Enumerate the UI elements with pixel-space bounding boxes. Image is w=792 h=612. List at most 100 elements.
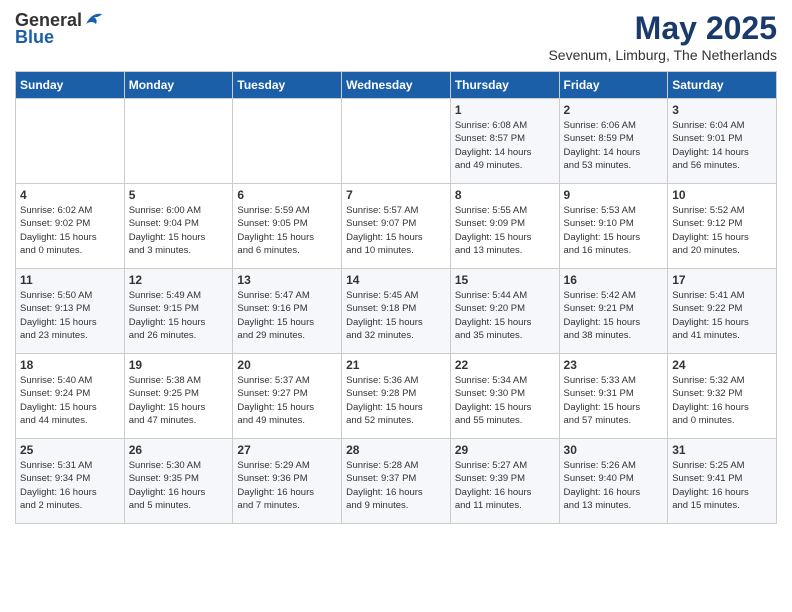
day-info: Sunrise: 5:27 AMSunset: 9:39 PMDaylight:…	[455, 459, 555, 512]
day-number: 6	[237, 188, 337, 202]
calendar-cell	[342, 99, 451, 184]
calendar-cell: 2 Sunrise: 6:06 AMSunset: 8:59 PMDaylight…	[559, 99, 668, 184]
day-number: 18	[20, 358, 120, 372]
header-saturday: Saturday	[668, 72, 777, 99]
title-section: May 2025 Sevenum, Limburg, The Netherlan…	[548, 10, 777, 63]
calendar-table: SundayMondayTuesdayWednesdayThursdayFrid…	[15, 71, 777, 524]
day-number: 3	[672, 103, 772, 117]
calendar-cell	[16, 99, 125, 184]
header-wednesday: Wednesday	[342, 72, 451, 99]
calendar-cell: 3 Sunrise: 6:04 AMSunset: 9:01 PMDaylight…	[668, 99, 777, 184]
page-header: General Blue May 2025 Sevenum, Limburg, …	[15, 10, 777, 63]
calendar-cell: 18 Sunrise: 5:40 AMSunset: 9:24 PMDayligh…	[16, 354, 125, 439]
day-info: Sunrise: 5:47 AMSunset: 9:16 PMDaylight:…	[237, 289, 337, 342]
day-number: 24	[672, 358, 772, 372]
calendar-cell: 16Sunrise: 5:42 AMSunset: 9:21 PMDayligh…	[559, 269, 668, 354]
day-number: 11	[20, 273, 120, 287]
day-info: Sunrise: 5:36 AMSunset: 9:28 PMDaylight:…	[346, 374, 446, 427]
day-number: 20	[237, 358, 337, 372]
calendar-cell: 24Sunrise: 5:32 AMSunset: 9:32 PMDayligh…	[668, 354, 777, 439]
day-number: 17	[672, 273, 772, 287]
day-info: Sunrise: 5:59 AMSunset: 9:05 PMDaylight:…	[237, 204, 337, 257]
calendar-cell: 7Sunrise: 5:57 AMSunset: 9:07 PMDaylight…	[342, 184, 451, 269]
header-sunday: Sunday	[16, 72, 125, 99]
header-friday: Friday	[559, 72, 668, 99]
day-info: Sunrise: 5:28 AMSunset: 9:37 PMDaylight:…	[346, 459, 446, 512]
day-number: 19	[129, 358, 229, 372]
calendar-cell: 26 Sunrise: 5:30 AMSunset: 9:35 PMDayligh…	[124, 439, 233, 524]
day-number: 25	[20, 443, 120, 457]
day-number: 13	[237, 273, 337, 287]
day-number: 26	[129, 443, 229, 457]
calendar-cell: 11 Sunrise: 5:50 AMSunset: 9:13 PMDayligh…	[16, 269, 125, 354]
logo-blue-text: Blue	[15, 27, 54, 48]
logo-bird-icon	[84, 10, 106, 28]
calendar-cell: 4 Sunrise: 6:02 AMSunset: 9:02 PMDaylight…	[16, 184, 125, 269]
header-monday: Monday	[124, 72, 233, 99]
calendar-cell: 6 Sunrise: 5:59 AMSunset: 9:05 PMDaylight…	[233, 184, 342, 269]
calendar-cell: 10 Sunrise: 5:52 AMSunset: 9:12 PMDayligh…	[668, 184, 777, 269]
calendar-cell: 12 Sunrise: 5:49 AMSunset: 9:15 PMDayligh…	[124, 269, 233, 354]
day-number: 21	[346, 358, 446, 372]
day-number: 10	[672, 188, 772, 202]
day-info: Sunrise: 5:41 AMSunset: 9:22 PMDaylight:…	[672, 289, 772, 342]
day-number: 28	[346, 443, 446, 457]
week-row-3: 11 Sunrise: 5:50 AMSunset: 9:13 PMDayligh…	[16, 269, 777, 354]
calendar-cell: 8 Sunrise: 5:55 AMSunset: 9:09 PMDaylight…	[450, 184, 559, 269]
day-info: Sunrise: 5:57 AMSunset: 9:07 PMDaylight:…	[346, 204, 446, 257]
day-info: Sunrise: 5:31 AMSunset: 9:34 PMDaylight:…	[20, 459, 120, 512]
calendar-header-row: SundayMondayTuesdayWednesdayThursdayFrid…	[16, 72, 777, 99]
day-info: Sunrise: 5:33 AMSunset: 9:31 PMDaylight:…	[564, 374, 664, 427]
calendar-cell: 29 Sunrise: 5:27 AMSunset: 9:39 PMDayligh…	[450, 439, 559, 524]
day-info: Sunrise: 5:49 AMSunset: 9:15 PMDaylight:…	[129, 289, 229, 342]
subtitle: Sevenum, Limburg, The Netherlands	[548, 47, 777, 63]
day-number: 1	[455, 103, 555, 117]
calendar-cell: 25 Sunrise: 5:31 AMSunset: 9:34 PMDayligh…	[16, 439, 125, 524]
day-info: Sunrise: 5:50 AMSunset: 9:13 PMDaylight:…	[20, 289, 120, 342]
calendar-cell	[124, 99, 233, 184]
day-number: 30	[564, 443, 664, 457]
calendar-cell: 17 Sunrise: 5:41 AMSunset: 9:22 PMDayligh…	[668, 269, 777, 354]
day-info: Sunrise: 5:40 AMSunset: 9:24 PMDaylight:…	[20, 374, 120, 427]
day-info: Sunrise: 6:04 AMSunset: 9:01 PMDaylight:…	[672, 119, 772, 172]
calendar-cell: 14Sunrise: 5:45 AMSunset: 9:18 PMDayligh…	[342, 269, 451, 354]
day-info: Sunrise: 6:02 AMSunset: 9:02 PMDaylight:…	[20, 204, 120, 257]
day-info: Sunrise: 5:44 AMSunset: 9:20 PMDaylight:…	[455, 289, 555, 342]
calendar-cell: 22Sunrise: 5:34 AMSunset: 9:30 PMDayligh…	[450, 354, 559, 439]
day-info: Sunrise: 5:55 AMSunset: 9:09 PMDaylight:…	[455, 204, 555, 257]
calendar-cell: 9Sunrise: 5:53 AMSunset: 9:10 PMDaylight…	[559, 184, 668, 269]
day-number: 4	[20, 188, 120, 202]
week-row-1: 1 Sunrise: 6:08 AMSunset: 8:57 PMDaylight…	[16, 99, 777, 184]
day-info: Sunrise: 6:08 AMSunset: 8:57 PMDaylight:…	[455, 119, 555, 172]
day-number: 9	[564, 188, 664, 202]
day-info: Sunrise: 5:29 AMSunset: 9:36 PMDaylight:…	[237, 459, 337, 512]
day-number: 22	[455, 358, 555, 372]
week-row-5: 25 Sunrise: 5:31 AMSunset: 9:34 PMDayligh…	[16, 439, 777, 524]
header-tuesday: Tuesday	[233, 72, 342, 99]
day-info: Sunrise: 6:06 AMSunset: 8:59 PMDaylight:…	[564, 119, 664, 172]
calendar-cell: 28 Sunrise: 5:28 AMSunset: 9:37 PMDayligh…	[342, 439, 451, 524]
calendar-cell: 15Sunrise: 5:44 AMSunset: 9:20 PMDayligh…	[450, 269, 559, 354]
day-number: 12	[129, 273, 229, 287]
calendar-cell: 13 Sunrise: 5:47 AMSunset: 9:16 PMDayligh…	[233, 269, 342, 354]
calendar-cell: 20Sunrise: 5:37 AMSunset: 9:27 PMDayligh…	[233, 354, 342, 439]
day-number: 5	[129, 188, 229, 202]
calendar-cell: 21 Sunrise: 5:36 AMSunset: 9:28 PMDayligh…	[342, 354, 451, 439]
calendar-cell: 31Sunrise: 5:25 AMSunset: 9:41 PMDayligh…	[668, 439, 777, 524]
calendar-cell: 23 Sunrise: 5:33 AMSunset: 9:31 PMDayligh…	[559, 354, 668, 439]
day-info: Sunrise: 5:30 AMSunset: 9:35 PMDaylight:…	[129, 459, 229, 512]
day-number: 8	[455, 188, 555, 202]
day-number: 2	[564, 103, 664, 117]
day-number: 14	[346, 273, 446, 287]
calendar-cell: 1 Sunrise: 6:08 AMSunset: 8:57 PMDaylight…	[450, 99, 559, 184]
day-info: Sunrise: 5:52 AMSunset: 9:12 PMDaylight:…	[672, 204, 772, 257]
calendar-cell: 27Sunrise: 5:29 AMSunset: 9:36 PMDayligh…	[233, 439, 342, 524]
calendar-cell: 19 Sunrise: 5:38 AMSunset: 9:25 PMDayligh…	[124, 354, 233, 439]
day-number: 23	[564, 358, 664, 372]
calendar-cell: 5Sunrise: 6:00 AMSunset: 9:04 PMDaylight…	[124, 184, 233, 269]
month-title: May 2025	[548, 10, 777, 47]
day-number: 16	[564, 273, 664, 287]
day-info: Sunrise: 5:38 AMSunset: 9:25 PMDaylight:…	[129, 374, 229, 427]
day-info: Sunrise: 5:26 AMSunset: 9:40 PMDaylight:…	[564, 459, 664, 512]
day-number: 29	[455, 443, 555, 457]
